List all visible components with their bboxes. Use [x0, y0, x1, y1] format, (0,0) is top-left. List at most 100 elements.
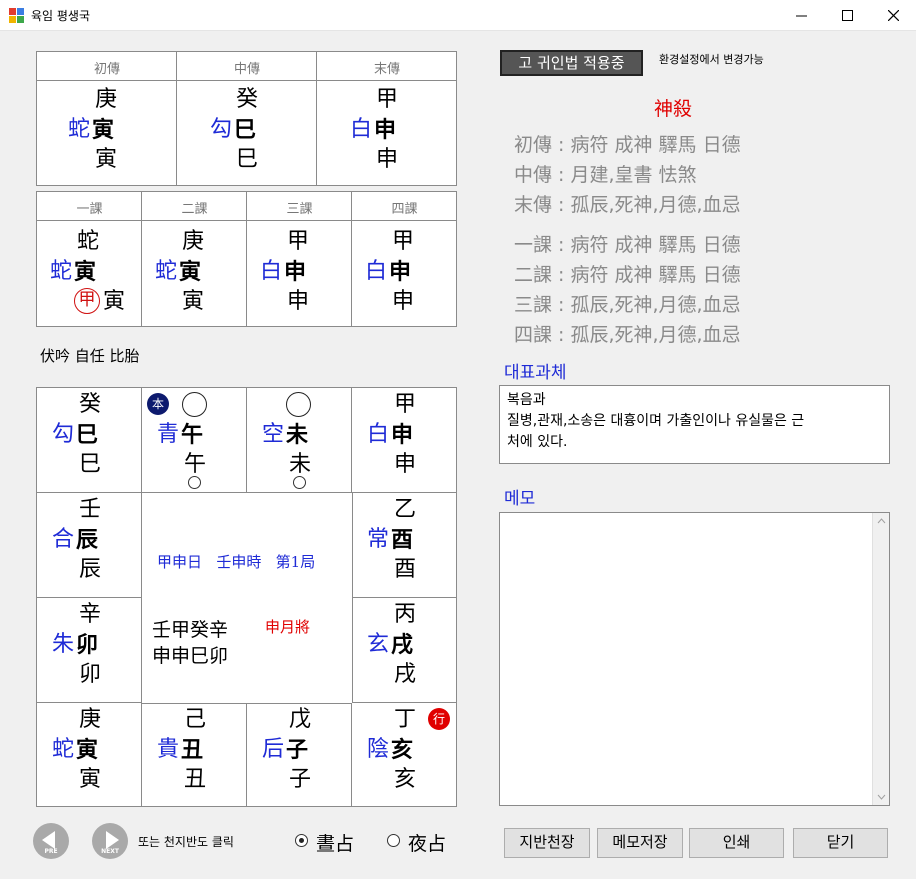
si-ke-table: 一課 二課 三課 四課 蛇 蛇 寅 甲 寅 庚 蛇 寅 寅 甲 白 申 申 甲 …	[36, 191, 457, 327]
minimize-button[interactable]	[778, 0, 824, 31]
prev-arrow-icon	[42, 831, 55, 849]
board-bottom: 子	[288, 767, 311, 792]
board-branch: 酉	[391, 527, 414, 553]
chuan-bottom: 寅	[94, 147, 117, 172]
day-stem-circle: 甲	[74, 288, 100, 314]
board-top: 戊	[288, 707, 311, 732]
four-pillars: 壬甲癸辛 申申巳卯	[152, 617, 228, 669]
small-circle	[188, 476, 201, 489]
header-ke-3: 三課	[286, 202, 313, 217]
header-zhong-chuan: 中傳	[233, 62, 260, 77]
ke-bottom: 寅	[102, 289, 125, 314]
board-god: 常	[366, 527, 389, 552]
chuan-branch: 寅	[92, 117, 115, 143]
prev-label: PRE	[44, 848, 58, 855]
shinsal-line: 三課 : 孤辰,死神,月德,血忌	[514, 294, 741, 316]
board-branch: 子	[286, 737, 309, 763]
ke-branch: 寅	[74, 259, 97, 285]
jiban-button[interactable]: 지반천장	[504, 828, 590, 858]
radio-night[interactable]	[387, 834, 400, 847]
memo-textarea[interactable]	[499, 512, 890, 806]
memo-scrollbar[interactable]	[872, 513, 889, 805]
nav-hint: 또는 천지반도 클릭	[138, 835, 234, 849]
board-top: 癸	[78, 392, 101, 417]
print-button[interactable]: 인쇄	[689, 828, 784, 858]
board-god: 玄	[366, 632, 389, 657]
board-branch: 辰	[76, 527, 99, 553]
board-god: 后	[261, 737, 284, 762]
board-bottom: 酉	[393, 557, 416, 582]
next-arrow-icon	[106, 831, 119, 849]
board-god: 合	[51, 527, 74, 552]
center-info: 甲申日 壬申時 第1局	[157, 551, 315, 572]
window-title: 육임 평생국	[31, 9, 91, 23]
tiandipan-board[interactable]: 癸 勾 巳 巳 本 青 午 午 空 未 未 甲 白 申 申 壬 合 辰 辰 乙 …	[36, 387, 457, 807]
ke-top: 甲	[391, 229, 414, 254]
board-god: 空	[261, 422, 284, 447]
next-label: NEXT	[101, 848, 119, 855]
header-ke-2: 二課	[181, 202, 208, 217]
board-branch: 卯	[76, 632, 99, 658]
board-top: 乙	[393, 497, 416, 522]
close-button[interactable]: 닫기	[793, 828, 888, 858]
scroll-down-icon	[877, 794, 886, 800]
chuan-branch: 巳	[234, 117, 257, 143]
header-ke-4: 四課	[391, 202, 418, 217]
header-chu-chuan: 初傳	[93, 62, 120, 77]
ben-badge: 本	[147, 393, 169, 415]
board-bottom: 巳	[78, 452, 101, 477]
chuan-god: 白	[349, 117, 372, 142]
guiren-button[interactable]: 고 귀인법 적용중	[500, 50, 643, 76]
board-god: 朱	[51, 632, 74, 657]
scroll-up-icon	[877, 518, 886, 524]
board-bottom: 午	[183, 452, 206, 477]
san-chuan-table: 初傳 中傳 末傳 庚 蛇 寅 寅 癸 勾 巳 巳 甲 白 申 申	[36, 51, 457, 186]
chuan-top: 癸	[235, 87, 258, 112]
chuan-top: 庚	[94, 87, 117, 112]
keti-label: 伏吟 自任 比胎	[40, 347, 140, 365]
repr-box: 복음과 질병,관재,소송은 대흉이며 가출인이나 유실물은 근 처에 있다.	[499, 385, 890, 464]
day-ganzhi: 甲申日	[157, 553, 203, 571]
board-god: 陰	[366, 737, 389, 762]
prev-button[interactable]: PRE	[33, 823, 69, 859]
pillar-branches: 申申巳卯	[152, 645, 229, 667]
title-bar: 육임 평생국	[0, 0, 916, 31]
ke-bottom: 申	[286, 289, 309, 314]
chuan-bottom: 申	[375, 147, 398, 172]
ke-top: 甲	[286, 229, 309, 254]
board-top: 己	[183, 707, 206, 732]
close-window-button[interactable]	[870, 0, 916, 31]
repr-line: 복음과	[507, 392, 546, 408]
ke-god: 白	[364, 259, 387, 284]
memo-save-button[interactable]: 메모저장	[597, 828, 683, 858]
board-top: 辛	[78, 602, 101, 627]
ke-branch: 寅	[179, 259, 202, 285]
setting-hint: 환경설정에서 변경가능	[659, 53, 764, 66]
ke-top: 蛇	[76, 229, 99, 254]
board-branch: 丑	[181, 737, 204, 763]
shinsal-line: 二課 : 病符 成神 驛馬 日德	[514, 264, 741, 286]
ke-branch: 申	[284, 259, 307, 285]
board-branch: 戌	[391, 632, 414, 658]
board-bottom: 寅	[78, 767, 101, 792]
shinsal-line: 四課 : 孤辰,死神,月德,血忌	[514, 324, 741, 346]
ke-bottom: 寅	[181, 289, 204, 314]
close-icon	[887, 10, 899, 21]
app-icon	[9, 8, 24, 23]
board-branch: 申	[391, 422, 414, 448]
board-branch: 亥	[391, 737, 414, 763]
chuan-god: 蛇	[67, 117, 90, 142]
maximize-button[interactable]	[824, 0, 870, 31]
radio-night-label[interactable]: 夜占	[408, 829, 446, 856]
radio-day[interactable]	[295, 834, 308, 847]
ke-god: 白	[259, 259, 282, 284]
board-top: 丁	[393, 707, 416, 732]
header-mo-chuan: 末傳	[373, 62, 400, 77]
next-button[interactable]: NEXT	[92, 823, 128, 859]
ke-god: 蛇	[154, 259, 177, 284]
board-bottom: 亥	[393, 767, 416, 792]
board-bottom: 未	[288, 452, 311, 477]
repr-line: 처에 있다.	[507, 434, 568, 450]
board-bottom: 丑	[183, 767, 206, 792]
radio-day-label[interactable]: 晝占	[316, 829, 354, 856]
